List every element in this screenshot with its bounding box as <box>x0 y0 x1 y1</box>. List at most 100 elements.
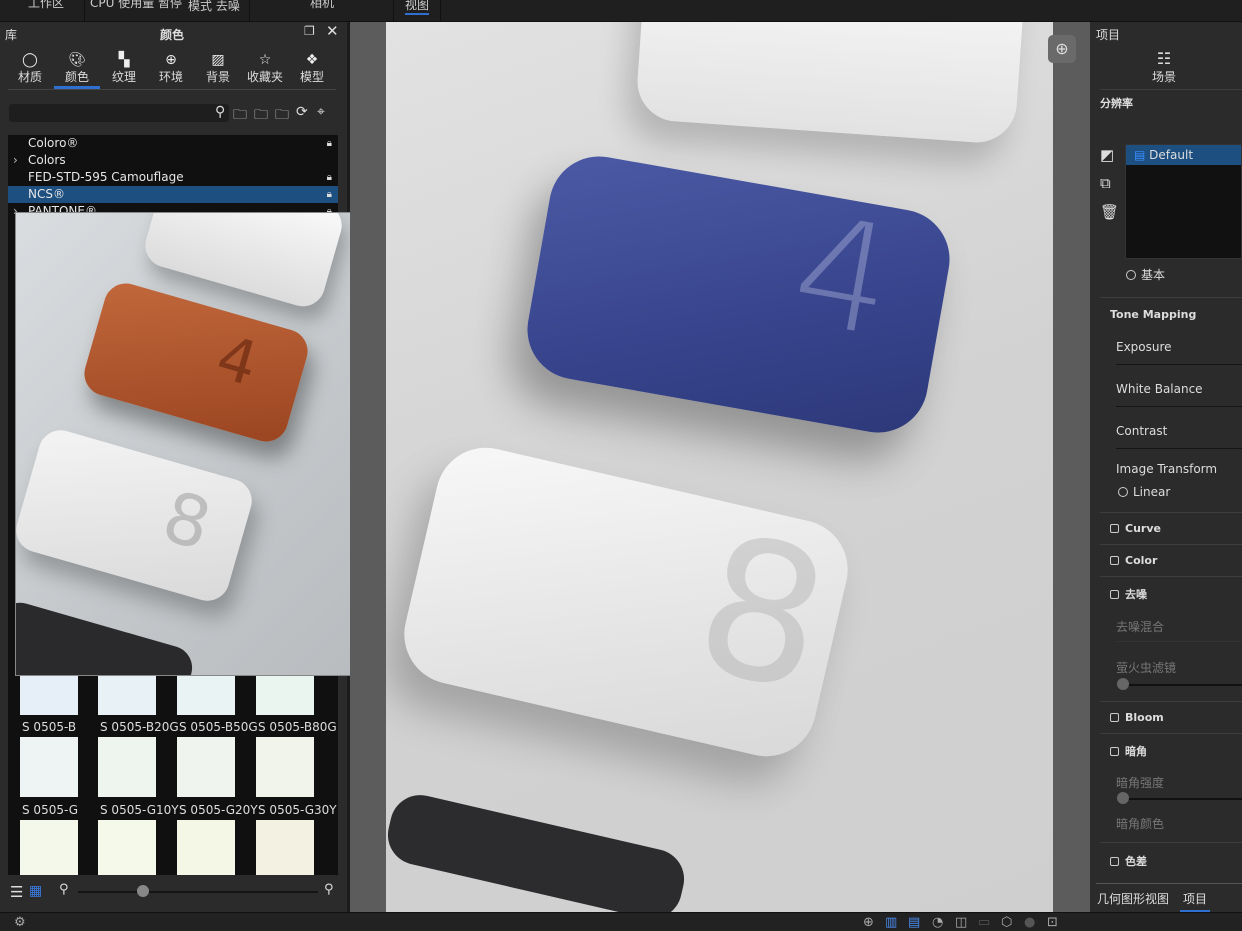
color-swatch[interactable] <box>98 676 156 715</box>
keyshotxr-icon[interactable]: ◫ <box>955 915 967 930</box>
firefly-filter-label: 萤火虫滤镜 <box>1116 661 1177 675</box>
color-swatch[interactable] <box>256 737 314 797</box>
category-models[interactable]: ❖ 模型 <box>289 52 335 85</box>
undock-icon[interactable]: ❐ <box>304 24 315 38</box>
export-folder-icon[interactable]: 🗀 <box>275 104 289 128</box>
swatch-label: S 0505-G <box>22 803 79 817</box>
slider-knob[interactable] <box>1117 678 1129 690</box>
environment-rotate-icon[interactable]: ⊕ <box>1048 35 1076 63</box>
preset-list: ▤ Default <box>1125 144 1242 259</box>
zoom-in-icon[interactable]: ⚲ <box>324 882 334 897</box>
color-swatch[interactable] <box>177 676 235 715</box>
project-title: 项目 <box>1096 28 1121 42</box>
project-toggle-icon[interactable]: ▤ <box>908 915 920 930</box>
tab-scene[interactable]: ☷ 场景 <box>1152 49 1176 85</box>
import-icon[interactable]: ⊕ <box>863 915 874 930</box>
cube-icon[interactable]: ⬡ <box>1001 915 1012 930</box>
checkbox-bloom[interactable]: Bloom <box>1110 711 1164 724</box>
crop-icon[interactable]: ⧉ <box>1100 174 1111 192</box>
crosshair-icon[interactable]: ⌖ <box>317 104 325 120</box>
color-swatch[interactable] <box>256 820 314 875</box>
color-swatch[interactable] <box>20 820 78 875</box>
checkbox-color[interactable]: Color <box>1110 554 1157 567</box>
slider-knob[interactable] <box>137 885 149 897</box>
import-folder-icon[interactable]: 🗀 <box>254 104 268 128</box>
material-ball-icon: ◯ <box>22 52 38 68</box>
lock-icon: 🔒︎ <box>326 189 332 200</box>
screenshot-icon[interactable]: ⊡ <box>1047 915 1058 930</box>
image-transform-label: Image Transform <box>1116 462 1218 476</box>
zoom-out-icon[interactable]: ⚲ <box>59 882 69 897</box>
add-folder-icon[interactable]: 🗀 <box>233 104 247 128</box>
tab-geometry-view[interactable]: 几何图形视图 <box>1097 890 1169 907</box>
close-icon[interactable]: ✕ <box>326 22 339 40</box>
white-balance-label: White Balance <box>1116 382 1203 396</box>
color-swatch[interactable] <box>98 737 156 797</box>
vignette-color-label: 暗角颜色 <box>1116 817 1165 831</box>
color-swatch[interactable] <box>177 737 235 797</box>
tree-item-ncs[interactable]: NCS® 🔒︎ <box>8 186 338 203</box>
lock-icon: ● <box>1024 915 1036 930</box>
color-swatch[interactable] <box>256 676 314 715</box>
render-view[interactable]: 4 8 <box>386 22 1053 912</box>
animation-icon[interactable]: ◔ <box>932 915 943 930</box>
swatch-label: S 0505-G30Y <box>258 803 337 817</box>
refresh-icon[interactable]: ⟳ <box>296 104 308 120</box>
library-toggle-icon[interactable]: ▥ <box>885 915 897 930</box>
category-background[interactable]: ▨ 背景 <box>195 52 241 85</box>
category-favorites[interactable]: ☆ 收藏夹 <box>242 52 288 85</box>
film-icon: ▤ <box>1134 148 1146 162</box>
chevron-right-icon[interactable]: › <box>13 152 18 169</box>
swatch-label: S 0505-B <box>22 720 77 734</box>
checkbox-vignette[interactable]: 暗角 <box>1110 743 1147 759</box>
toolbar-view[interactable]: 视图 <box>405 0 430 15</box>
checkbox-chromatic-aberration[interactable]: 色差 <box>1110 853 1147 869</box>
cubes-icon: ❖ <box>305 52 319 68</box>
top-toolbar: 工作区 CPU 使用量 暂停 模式 去噪 相机 视图 <box>0 0 1242 22</box>
toolbar-workspace[interactable]: 工作区 <box>28 0 64 11</box>
category-material[interactable]: ◯ 材质 <box>7 52 53 85</box>
category-texture[interactable]: ▚ 纹理 <box>101 52 147 85</box>
preset-default[interactable]: ▤ Default <box>1126 145 1241 165</box>
resize-icon[interactable]: ◩ <box>1100 146 1114 164</box>
palette-icon: 🎨︎ <box>68 52 86 68</box>
star-icon: ☆ <box>258 52 272 68</box>
tree-item-coloro[interactable]: Coloro® 🔒︎ <box>8 135 338 152</box>
tree-item-fed-std[interactable]: FED-STD-595 Camouflage 🔒︎ <box>8 169 338 186</box>
render-icon: ▭ <box>978 915 991 930</box>
denoise-blend-label: 去噪混合 <box>1116 620 1165 634</box>
tone-mapping-header: Tone Mapping <box>1110 308 1197 321</box>
vignette-strength-slider[interactable] <box>1122 798 1242 800</box>
category-environment[interactable]: ⊕ 环境 <box>148 52 194 85</box>
resolution-label: 分辨率 <box>1100 97 1133 110</box>
trash-icon[interactable]: 🗑︎ <box>1100 203 1119 221</box>
color-swatch[interactable] <box>20 676 78 715</box>
list-view-icon[interactable]: ☰ <box>10 883 23 901</box>
slider-knob[interactable] <box>1117 792 1129 804</box>
list-icon: ☷ <box>1156 49 1172 68</box>
color-swatch[interactable] <box>98 820 156 875</box>
digit-8-emboss: 8 <box>678 492 847 735</box>
library-search-input[interactable] <box>9 104 229 122</box>
color-swatch[interactable] <box>177 820 235 875</box>
radio-basic[interactable]: 基本 <box>1126 266 1165 283</box>
tree-item-colors[interactable]: › Colors <box>8 152 338 169</box>
color-swatch[interactable] <box>20 737 78 797</box>
thumbnail-size-slider[interactable] <box>78 891 318 893</box>
library-title: 库 <box>5 28 18 42</box>
search-icon[interactable]: ⚲ <box>215 104 225 120</box>
radio-linear[interactable]: Linear <box>1118 485 1170 499</box>
digit-4-emboss: 4 <box>781 182 906 371</box>
checkbox-denoise[interactable]: 去噪 <box>1110 586 1147 602</box>
checkbox-curve[interactable]: Curve <box>1110 522 1161 535</box>
tab-project[interactable]: 项目 <box>1180 890 1211 913</box>
firefly-slider[interactable] <box>1122 684 1242 686</box>
category-color[interactable]: 🎨︎ 颜色 <box>54 52 100 89</box>
project-panel: 项目 ☷ 场景 分辨率 ◩ ⧉ 🗑︎ ▤ Default 基本 Tone Mapp… <box>1090 22 1242 913</box>
toolbar-mode-denoise[interactable]: 模式 去噪 <box>188 0 240 14</box>
contrast-label: Contrast <box>1116 424 1168 438</box>
toolbar-camera[interactable]: 相机 <box>310 0 334 11</box>
toolbar-cpu-pause[interactable]: CPU 使用量 暂停 <box>90 0 182 11</box>
render-settings-icon[interactable]: ⚙ <box>14 915 26 930</box>
grid-view-icon[interactable]: ▦ <box>29 883 42 899</box>
